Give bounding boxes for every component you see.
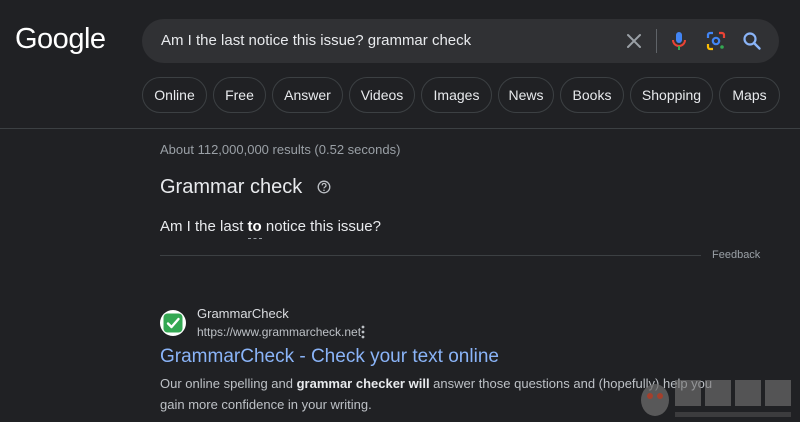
snippet-bold: grammar checker will <box>296 376 430 391</box>
chip-answer[interactable]: Answer <box>272 77 343 113</box>
help-icon[interactable] <box>317 180 331 194</box>
chip-shopping[interactable]: Shopping <box>630 77 713 113</box>
header-divider <box>0 128 800 129</box>
google-logo[interactable]: Google <box>15 23 106 56</box>
chip-news[interactable]: News <box>498 77 554 113</box>
sentence-before: Am I the last <box>160 218 248 235</box>
chip-free[interactable]: Free <box>213 77 266 113</box>
check-icon <box>163 313 183 333</box>
more-options-icon[interactable] <box>358 324 368 340</box>
microphone-icon[interactable] <box>667 29 691 53</box>
snippet-part-1: Our online spelling and <box>160 376 297 391</box>
sentence-after: notice this issue? <box>261 218 381 235</box>
inserted-word: to <box>247 218 262 239</box>
feedback-divider <box>160 255 701 256</box>
site-favicon <box>160 310 186 336</box>
corrected-sentence: Am I the last to notice this issue? <box>160 218 381 239</box>
search-divider <box>656 29 657 53</box>
search-box[interactable]: Am I the last notice this issue? grammar… <box>142 19 779 63</box>
chip-books[interactable]: Books <box>560 77 624 113</box>
result-title-link[interactable]: GrammarCheck - Check your text online <box>160 346 499 368</box>
chip-images[interactable]: Images <box>421 77 492 113</box>
search-icon[interactable] <box>740 29 764 53</box>
grammar-check-title: Grammar check <box>160 176 303 198</box>
result-stats: About 112,000,000 results (0.52 seconds) <box>160 142 401 157</box>
close-icon[interactable] <box>622 29 646 53</box>
search-input[interactable]: Am I the last notice this issue? grammar… <box>161 32 471 49</box>
feedback-link[interactable]: Feedback <box>712 249 760 261</box>
chip-videos[interactable]: Videos <box>349 77 415 113</box>
watermark-logo-icon <box>641 380 791 417</box>
google-lens-icon[interactable] <box>704 29 728 53</box>
chip-maps[interactable]: Maps <box>719 77 780 113</box>
site-name[interactable]: GrammarCheck <box>197 306 289 321</box>
chip-online[interactable]: Online <box>142 77 207 113</box>
site-url[interactable]: https://www.grammarcheck.net <box>197 325 361 339</box>
